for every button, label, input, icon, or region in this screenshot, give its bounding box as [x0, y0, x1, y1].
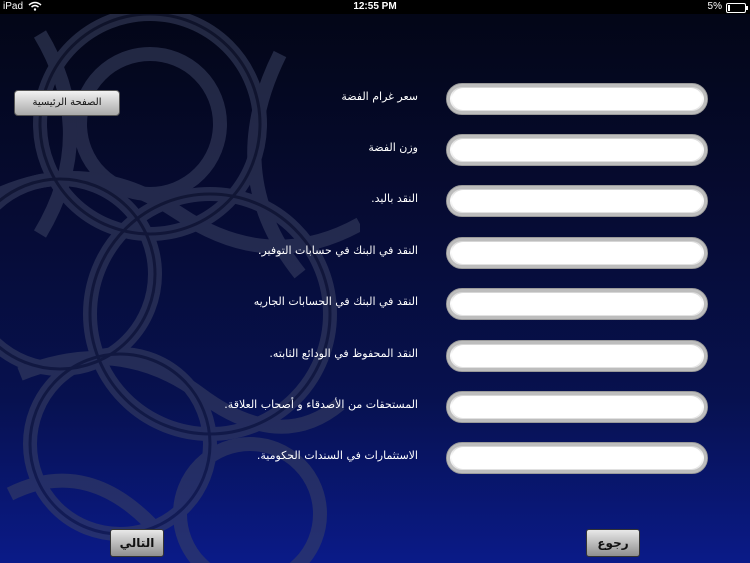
- app-screen: الصفحة الرئيسية سعر غرام الفضة وزن الفضة…: [0, 14, 750, 563]
- battery-percent: 5%: [707, 1, 722, 12]
- silver-weight-input[interactable]: [452, 139, 702, 161]
- fixed-deposits-cash-label: النقد المحفوظ في الودائع الثابته.: [269, 347, 418, 360]
- next-button[interactable]: التالي: [110, 529, 164, 557]
- back-button[interactable]: رجوع: [586, 529, 640, 557]
- silver-gram-price-field: [446, 83, 708, 115]
- silver-weight-label: وزن الفضة: [368, 141, 418, 154]
- current-account-cash-label: النقد في البنك في الحسابات الجاريه: [253, 295, 418, 308]
- cash-in-hand-field: [446, 185, 708, 217]
- status-bar: iPad 12:55 PM 5%: [0, 0, 750, 14]
- cash-in-hand-input[interactable]: [452, 190, 702, 212]
- savings-account-cash-label: النقد في البنك في حسابات التوفير.: [257, 244, 418, 257]
- fixed-deposits-cash-input[interactable]: [452, 345, 702, 367]
- receivables-input[interactable]: [452, 396, 702, 418]
- battery-icon: [726, 3, 748, 13]
- savings-account-cash-field: [446, 237, 708, 269]
- receivables-label: المستحقات من الأصدقاء و أصحاب العلاقة.: [224, 398, 418, 411]
- silver-gram-price-input[interactable]: [452, 88, 702, 110]
- savings-account-cash-input[interactable]: [452, 242, 702, 264]
- clock: 12:55 PM: [353, 1, 397, 12]
- silver-gram-price-label: سعر غرام الفضة: [341, 90, 418, 103]
- current-account-cash-field: [446, 288, 708, 320]
- government-bonds-input[interactable]: [452, 447, 702, 469]
- current-account-cash-input[interactable]: [452, 293, 702, 315]
- government-bonds-field: [446, 442, 708, 474]
- cash-in-hand-label: النقد باليد.: [371, 192, 418, 205]
- silver-weight-field: [446, 134, 708, 166]
- government-bonds-label: الاستثمارات في السندات الحكومية.: [256, 449, 418, 462]
- fixed-deposits-cash-field: [446, 340, 708, 372]
- receivables-field: [446, 391, 708, 423]
